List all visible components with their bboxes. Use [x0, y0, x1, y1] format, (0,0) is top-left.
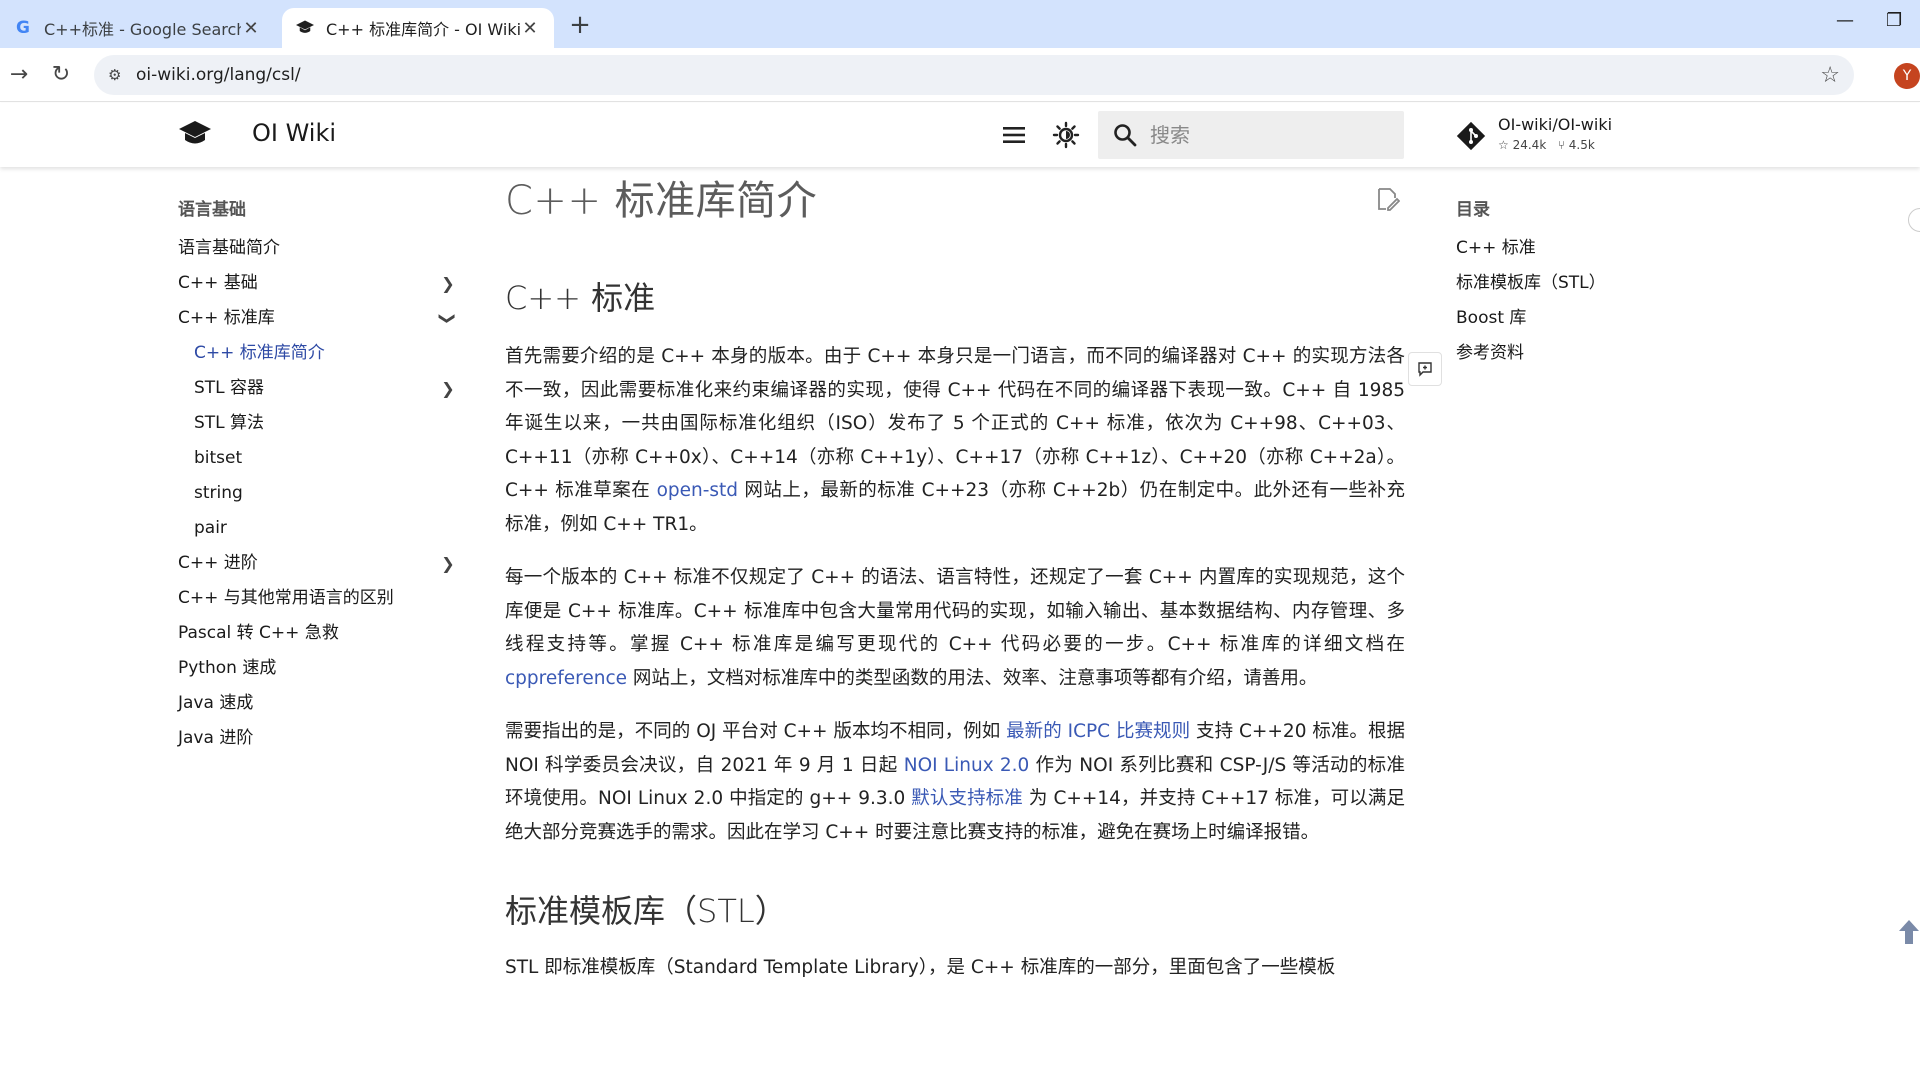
back-to-top-icon[interactable]: [1898, 918, 1920, 946]
browser-tabstrip: G C++标准 - Google Search ✕ C++ 标准库简介 - OI…: [0, 0, 1920, 48]
comment-icon: [1418, 362, 1432, 377]
toc-item[interactable]: 标准模板库（STL）: [1456, 266, 1696, 301]
paragraph-text: 需要指出的是，不同的 OJ 平台对 C++ 版本均不相同，例如: [505, 721, 1007, 742]
sidebar-item[interactable]: 语言基础简介: [178, 231, 458, 266]
chevron-right-icon[interactable]: ❯: [438, 546, 458, 581]
sidebar-item[interactable]: STL 算法: [178, 406, 458, 441]
sidebar-item[interactable]: Java 进阶: [178, 721, 458, 756]
toc-item[interactable]: Boost 库: [1456, 301, 1696, 336]
menu-icon[interactable]: [1000, 121, 1028, 149]
comment-button[interactable]: [1408, 352, 1442, 386]
sidebar-item[interactable]: bitset: [178, 441, 458, 476]
paragraph: 需要指出的是，不同的 OJ 平台对 C++ 版本均不相同，例如 最新的 ICPC…: [505, 715, 1405, 849]
site-name[interactable]: OI Wiki: [252, 119, 336, 147]
default-standard-link[interactable]: 默认支持标准: [911, 788, 1023, 809]
sidebar-item[interactable]: C++ 进阶 ❯: [178, 546, 458, 581]
search-icon: [1114, 124, 1137, 147]
sidebar-item-label: C++ 进阶: [178, 553, 258, 573]
sidebar-item-label: C++ 标准库简介: [194, 343, 325, 363]
profile-avatar[interactable]: Y: [1894, 63, 1920, 89]
new-tab-button[interactable]: +: [565, 11, 595, 41]
star-icon: ☆: [1498, 138, 1509, 152]
sidebar-item[interactable]: STL 容器 ❯: [178, 371, 458, 406]
minimize-icon[interactable]: —: [1836, 10, 1854, 31]
paragraph: 每一个版本的 C++ 标准不仅规定了 C++ 的语法、语言特性，还规定了一套 C…: [505, 561, 1405, 695]
git-icon: [1456, 121, 1486, 151]
tab-google-search[interactable]: G C++标准 - Google Search ✕: [0, 8, 275, 48]
reload-icon[interactable]: ↻: [48, 62, 74, 88]
sidebar-item[interactable]: C++ 标准库 ❯: [178, 301, 458, 336]
sidebar-item-label: C++ 基础: [178, 273, 258, 293]
paragraph-text: 网站上，文档对标准库中的类型函数的用法、效率、注意事项等都有介绍，请善用。: [627, 667, 1318, 689]
sidebar-item-label: C++ 与其他常用语言的区别: [178, 588, 394, 608]
sidebar-item-label: pair: [194, 518, 227, 538]
graduation-cap-icon: [296, 19, 314, 37]
paragraph: 首先需要介绍的是 C++ 本身的版本。由于 C++ 本身只是一门语言，而不同的编…: [505, 340, 1405, 541]
sidebar-item-label: 语言基础简介: [178, 238, 280, 258]
sidebar-heading: 语言基础: [178, 200, 246, 220]
sidebar-item[interactable]: C++ 与其他常用语言的区别: [178, 581, 458, 616]
source-repo-link[interactable]: OI-wiki/OI-wiki ☆ 24.4k ⑂ 4.5k: [1456, 111, 1636, 159]
section-heading: 标准模板库（STL）: [505, 892, 787, 930]
article-content: C++ 标准库简介 C++ 标准 首先需要介绍的是 C++ 本身的版本。由于 C…: [505, 170, 1405, 985]
paragraph-text: 每一个版本的 C++ 标准不仅规定了 C++ 的语法、语言特性，还规定了一套 C…: [505, 567, 1405, 655]
paragraph-text: 首先需要介绍的是 C++ 本身的版本。由于 C++ 本身只是一门语言，而不同的编…: [505, 346, 1405, 501]
sidebar-item[interactable]: string: [178, 476, 458, 511]
bookmark-star-icon[interactable]: ☆: [1820, 63, 1840, 88]
tab-title: C++标准 - Google Search: [44, 20, 241, 39]
google-g-icon: G: [16, 18, 30, 38]
sidebar-item-label: Java 速成: [178, 693, 254, 713]
cppreference-link[interactable]: cppreference: [505, 668, 627, 689]
paragraph: STL 即标准模板库（Standard Template Library），是 …: [505, 957, 1336, 978]
table-of-contents: 目录 C++ 标准 标准模板库（STL） Boost 库 参考资料: [1456, 196, 1696, 371]
sidebar-item-current[interactable]: C++ 标准库简介: [178, 336, 458, 371]
repo-forks: 4.5k: [1568, 138, 1595, 152]
side-panel-toggle[interactable]: [1908, 208, 1920, 232]
search-bar[interactable]: [1098, 111, 1404, 159]
sidebar-item-label: bitset: [194, 448, 243, 468]
repo-stats: ☆ 24.4k ⑂ 4.5k: [1498, 138, 1595, 152]
page-title: C++ 标准库简介: [505, 178, 818, 224]
url-text[interactable]: oi-wiki.org/lang/csl/: [136, 65, 1820, 85]
sidebar-item[interactable]: Pascal 转 C++ 急救: [178, 616, 458, 651]
sidebar-nav: 语言基础 语言基础简介 C++ 基础 ❯ C++ 标准库 ❯ C++ 标准库简介 S…: [178, 196, 458, 756]
sidebar-item-label: Pascal 转 C++ 急救: [178, 623, 339, 643]
toc-item[interactable]: C++ 标准: [1456, 231, 1696, 266]
sidebar-item-label: STL 算法: [194, 413, 265, 433]
noi-linux-link[interactable]: NOI Linux 2.0: [904, 755, 1030, 776]
browser-toolbar: → ↻ ⚙ oi-wiki.org/lang/csl/ ☆ Y: [0, 48, 1920, 102]
forward-arrow-icon[interactable]: →: [6, 62, 32, 88]
section-heading: C++ 标准: [505, 279, 656, 317]
repo-stars: 24.4k: [1512, 138, 1547, 152]
open-std-link[interactable]: open-std: [657, 480, 738, 501]
fork-icon: ⑂: [1557, 138, 1565, 152]
chevron-right-icon[interactable]: ❯: [438, 266, 458, 301]
toc-item[interactable]: 参考资料: [1456, 336, 1696, 371]
tab-oi-wiki[interactable]: C++ 标准库简介 - OI Wiki ✕: [282, 8, 554, 48]
sidebar-item-label: Java 进阶: [178, 728, 254, 748]
chevron-down-icon[interactable]: ❯: [431, 309, 466, 329]
brightness-icon[interactable]: [1052, 121, 1080, 149]
sidebar-item[interactable]: pair: [178, 511, 458, 546]
sidebar-item[interactable]: Python 速成: [178, 651, 458, 686]
tab-title: C++ 标准库简介 - OI Wiki: [326, 20, 520, 39]
site-info-icon[interactable]: ⚙: [108, 66, 136, 84]
icpc-rules-link[interactable]: 最新的 ICPC 比赛规则: [1006, 721, 1190, 742]
chevron-right-icon[interactable]: ❯: [438, 371, 458, 406]
sidebar-item-label: C++ 标准库: [178, 308, 275, 328]
tab-close-icon[interactable]: ✕: [241, 18, 261, 39]
graduation-cap-icon[interactable]: [178, 119, 212, 149]
search-input[interactable]: [1150, 123, 1370, 147]
sidebar-item[interactable]: Java 速成: [178, 686, 458, 721]
repo-name: OI-wiki/OI-wiki: [1498, 115, 1613, 134]
sidebar-item-label: Python 速成: [178, 658, 277, 678]
restore-icon[interactable]: ❐: [1886, 10, 1902, 31]
site-header: OI Wiki OI-wiki/OI-wiki ☆: [0, 103, 1920, 167]
tab-close-icon[interactable]: ✕: [520, 18, 540, 39]
sidebar-item-label: string: [194, 483, 243, 503]
toc-heading: 目录: [1456, 200, 1490, 220]
address-bar[interactable]: ⚙ oi-wiki.org/lang/csl/ ☆: [94, 55, 1854, 95]
sidebar-item[interactable]: C++ 基础 ❯: [178, 266, 458, 301]
sidebar-item-label: STL 容器: [194, 378, 265, 398]
